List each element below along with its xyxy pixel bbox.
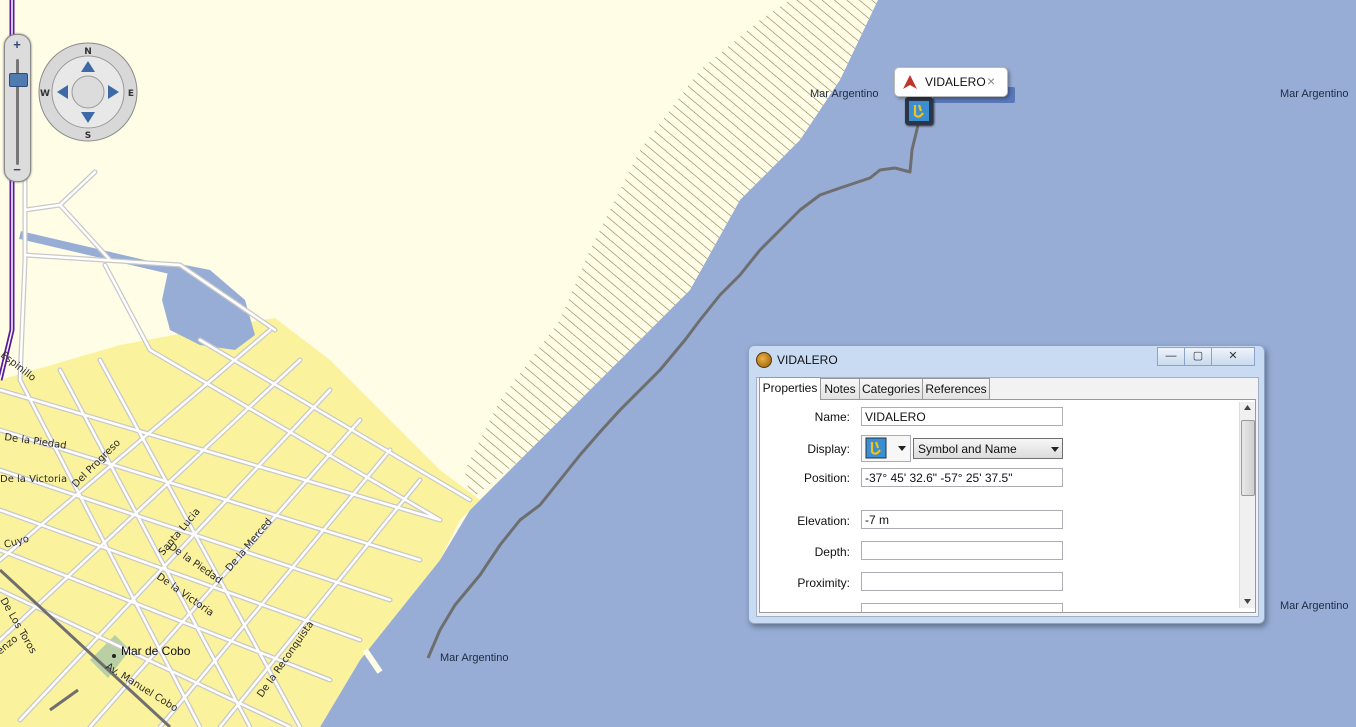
zoom-out-button[interactable]: −	[10, 163, 24, 177]
tab-categories[interactable]: Categories	[859, 378, 923, 399]
dialog-title: VIDALERO	[777, 353, 838, 367]
street-label: De la Victoria	[0, 474, 67, 485]
dialog-titlebar[interactable]: VIDALERO — ▢ ✕	[749, 346, 1264, 374]
compass-w-label: W	[40, 89, 50, 99]
callout-name: VIDALERO	[925, 75, 986, 89]
panel-scrollbar[interactable]	[1239, 402, 1255, 608]
temperature-field[interactable]	[861, 603, 1063, 612]
elevation-label: Elevation:	[797, 514, 850, 528]
ocean-label: Mar Argentino	[810, 88, 879, 100]
app-icon	[756, 352, 772, 368]
compass-e-label: E	[128, 89, 134, 99]
depth-field[interactable]	[861, 541, 1063, 560]
ocean-label: Mar Argentino	[1280, 600, 1349, 612]
proximity-field[interactable]	[861, 572, 1063, 591]
tab-properties[interactable]: Properties	[759, 377, 821, 400]
place-label[interactable]: Mar de Cobo	[121, 644, 191, 658]
position-field[interactable]: -37° 45' 32.6" -57° 25' 37.5"	[861, 468, 1063, 487]
waypoint-properties-dialog: VIDALERO — ▢ ✕ Properties Notes Categori…	[748, 345, 1265, 624]
display-mode-select[interactable]: Symbol and Name	[913, 438, 1063, 459]
chevron-down-icon	[1051, 447, 1059, 452]
waypoint-callout[interactable]: VIDALERO ×	[894, 67, 1008, 97]
ocean-label: Mar Argentino	[440, 652, 509, 664]
zoom-in-button[interactable]: +	[10, 38, 24, 52]
minimize-button[interactable]: —	[1157, 347, 1185, 366]
proximity-label: Proximity:	[797, 576, 850, 590]
pan-compass[interactable]: N S W E	[38, 42, 138, 142]
callout-close-icon[interactable]: ×	[987, 73, 995, 89]
diver-waypoint-icon[interactable]	[905, 97, 933, 125]
name-field[interactable]: VIDALERO	[861, 407, 1063, 426]
display-label: Display:	[807, 442, 850, 456]
close-button[interactable]: ✕	[1211, 347, 1255, 366]
properties-panel: Name: VIDALERO Display: Symbol and Name …	[759, 399, 1256, 613]
elevation-field[interactable]: -7 m	[861, 510, 1063, 529]
place-marker	[112, 654, 116, 658]
symbol-picker[interactable]	[861, 435, 911, 462]
name-label: Name:	[814, 410, 850, 424]
compass-n-label: N	[84, 47, 92, 57]
compass-s-label: S	[85, 131, 91, 141]
tab-notes[interactable]: Notes	[820, 378, 860, 399]
diver-symbol-icon	[865, 437, 887, 459]
ocean-label: Mar Argentino	[1280, 88, 1349, 100]
zoom-slider-thumb[interactable]	[9, 73, 28, 87]
tab-references[interactable]: References	[922, 378, 990, 399]
zoom-control[interactable]: + −	[4, 34, 31, 182]
scroll-thumb[interactable]	[1241, 420, 1255, 496]
dialog-body: Properties Notes Categories References N…	[756, 377, 1259, 617]
position-label: Position:	[803, 471, 850, 485]
scroll-down-icon[interactable]	[1240, 595, 1255, 607]
maximize-button[interactable]: ▢	[1184, 347, 1212, 366]
waypoint-flag-icon	[902, 74, 918, 95]
chevron-down-icon	[898, 446, 906, 451]
display-mode-value: Symbol and Name	[918, 442, 1017, 456]
scroll-up-icon[interactable]	[1240, 402, 1255, 414]
depth-label: Depth:	[814, 545, 850, 559]
